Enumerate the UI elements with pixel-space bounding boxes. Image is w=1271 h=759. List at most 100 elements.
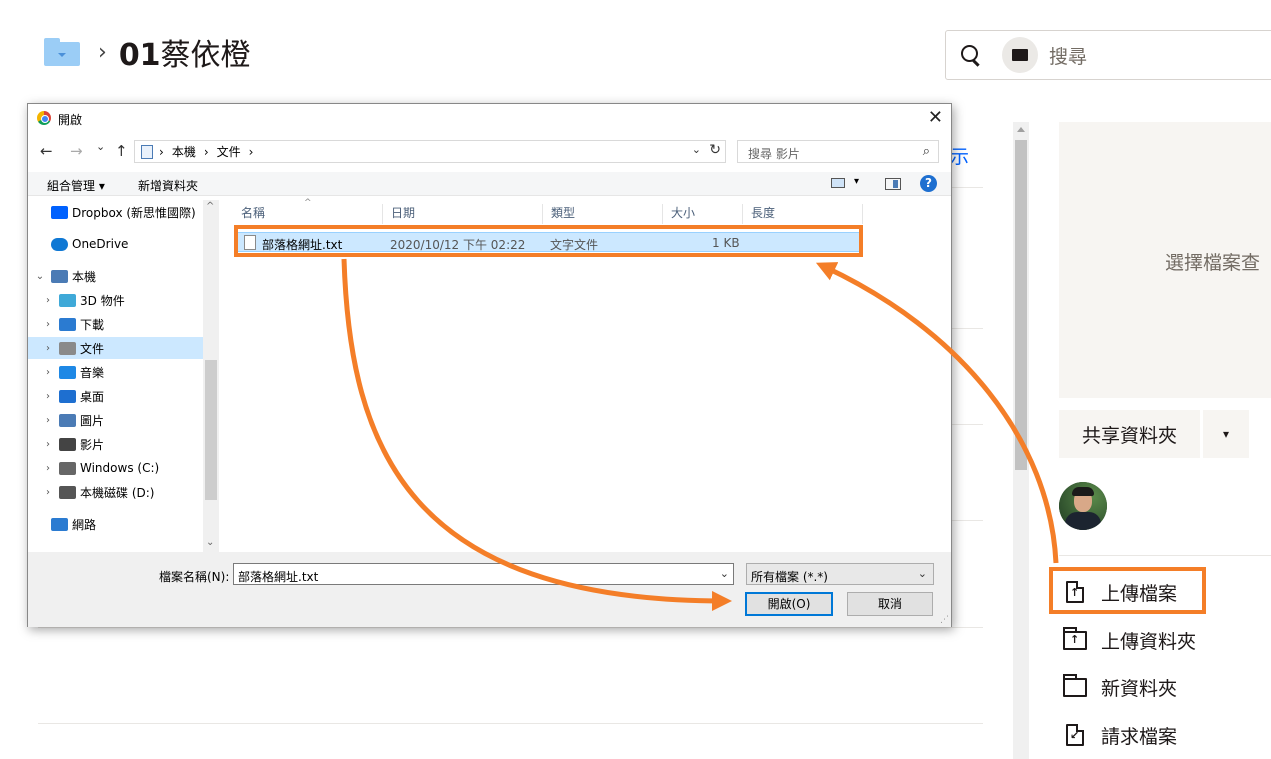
nav-item[interactable]: › 桌面 bbox=[28, 385, 203, 407]
filename-value: 部落格網址.txt bbox=[238, 570, 319, 584]
open-file-dialog: 開啟 ✕ ← → ⌄ ↑ › 本機 › 文件 › ⌄ ↻ 搜尋 影片 ⌕ 組合管… bbox=[27, 103, 952, 627]
3d-objects-icon bbox=[59, 293, 76, 307]
search-bar[interactable]: 搜尋 bbox=[945, 30, 1271, 80]
nav-item[interactable]: › 下載 bbox=[28, 313, 203, 335]
filetype-value: 所有檔案 (*.*) bbox=[751, 570, 828, 584]
open-button[interactable]: 開啟(O) bbox=[745, 592, 833, 616]
page-scrollbar[interactable] bbox=[1013, 122, 1029, 759]
upload-file-highlight-box bbox=[1049, 567, 1206, 614]
address-bar[interactable]: › 本機 › 文件 › ⌄ ↻ bbox=[134, 140, 726, 163]
nav-pane-scrollbar[interactable]: ^ ⌄ bbox=[203, 200, 219, 552]
nav-item-label: 桌面 bbox=[80, 389, 105, 404]
drive-d-icon bbox=[59, 485, 76, 499]
page-title: 01蔡依橙 bbox=[119, 30, 251, 74]
expand-chevron-icon[interactable]: › bbox=[42, 439, 54, 450]
page-title-rest: 蔡依橙 bbox=[160, 38, 251, 73]
upload-folder-action[interactable]: ↑ 上傳資料夾 bbox=[1062, 625, 1196, 655]
nav-item[interactable]: › 3D 物件 bbox=[28, 289, 203, 311]
upload-folder-icon: ↑ bbox=[1063, 626, 1087, 650]
up-arrow-icon[interactable]: ↑ bbox=[115, 142, 128, 160]
expand-chevron-icon[interactable]: › bbox=[42, 391, 54, 402]
address-segment-pc[interactable]: 本機 bbox=[172, 143, 196, 160]
help-icon[interactable]: ? bbox=[920, 175, 937, 192]
shared-folder-icon[interactable] bbox=[44, 38, 80, 66]
preview-panel: 選擇檔案查 bbox=[1059, 122, 1271, 398]
nav-item-label: 下載 bbox=[80, 317, 105, 332]
nav-item-label: 文件 bbox=[80, 341, 105, 356]
search-icon[interactable] bbox=[960, 44, 982, 66]
pc-icon bbox=[141, 144, 153, 159]
dialog-search-input[interactable]: 搜尋 影片 ⌕ bbox=[737, 140, 939, 163]
nav-item[interactable]: Dropbox (新思惟國際) bbox=[28, 201, 203, 223]
nav-item[interactable]: › 影片 bbox=[28, 433, 203, 455]
column-header-length[interactable]: 長度 bbox=[743, 204, 863, 224]
new-folder-label: 新資料夾 bbox=[1101, 677, 1178, 700]
recent-locations-icon[interactable]: ⌄ bbox=[96, 140, 105, 153]
scroll-up-arrow-icon[interactable] bbox=[1017, 127, 1025, 132]
expand-chevron-icon[interactable]: › bbox=[42, 343, 54, 354]
cancel-button[interactable]: 取消 bbox=[847, 592, 933, 616]
videos-icon bbox=[59, 437, 76, 451]
avatar[interactable] bbox=[1059, 482, 1107, 530]
column-header-type[interactable]: 類型 bbox=[543, 204, 663, 224]
dialog-titlebar[interactable]: 開啟 ✕ bbox=[28, 104, 951, 132]
documents-icon bbox=[59, 341, 76, 355]
search-scope-button[interactable] bbox=[1002, 37, 1038, 73]
scrollbar-thumb[interactable] bbox=[1015, 140, 1027, 470]
column-header-name[interactable]: 名稱 bbox=[233, 204, 383, 224]
nav-item-label: 3D 物件 bbox=[80, 293, 125, 308]
expand-chevron-icon[interactable]: › bbox=[42, 367, 54, 378]
refresh-icon[interactable]: ↻ bbox=[709, 142, 721, 158]
dialog-search-placeholder: 搜尋 影片 bbox=[748, 147, 800, 161]
column-header-date[interactable]: 日期 bbox=[383, 204, 543, 224]
expand-chevron-icon[interactable]: ⌄ bbox=[34, 271, 46, 282]
request-file-action[interactable]: ↙ 請求檔案 bbox=[1062, 720, 1177, 750]
address-segment[interactable]: › bbox=[204, 145, 209, 159]
filename-input[interactable]: 部落格網址.txt ⌄ bbox=[233, 563, 734, 585]
filename-dropdown-icon[interactable]: ⌄ bbox=[720, 567, 729, 580]
column-header-size[interactable]: 大小 bbox=[663, 204, 743, 224]
nav-scrollbar-thumb[interactable] bbox=[205, 360, 217, 500]
close-icon[interactable]: ✕ bbox=[928, 107, 943, 128]
expand-chevron-icon[interactable]: › bbox=[42, 487, 54, 498]
search-input[interactable]: 搜尋 bbox=[1049, 42, 1087, 69]
nav-item[interactable]: 網路 bbox=[28, 513, 203, 535]
new-folder-action[interactable]: 新資料夾 bbox=[1062, 672, 1177, 702]
nav-item[interactable]: OneDrive bbox=[28, 233, 203, 255]
resize-grip-icon[interactable]: ⋰ bbox=[940, 615, 949, 625]
organize-menu[interactable]: 組合管理 ▾ bbox=[47, 177, 105, 194]
expand-chevron-icon[interactable]: › bbox=[42, 319, 54, 330]
upload-folder-label: 上傳資料夾 bbox=[1101, 630, 1197, 653]
address-segment[interactable]: › bbox=[249, 145, 254, 159]
filetype-select[interactable]: 所有檔案 (*.*) ⌄ bbox=[746, 563, 934, 585]
dropbox-icon bbox=[51, 205, 68, 219]
expand-chevron-icon[interactable]: › bbox=[42, 463, 54, 474]
expand-chevron-icon[interactable]: › bbox=[42, 415, 54, 426]
nav-item[interactable]: › 文件 bbox=[28, 337, 203, 359]
nav-item[interactable]: › Windows (C:) bbox=[28, 457, 203, 479]
partial-link-text[interactable]: 示 bbox=[950, 142, 969, 169]
filename-label: 檔案名稱(N): bbox=[159, 570, 230, 584]
nav-item[interactable]: › 本機磁碟 (D:) bbox=[28, 481, 203, 503]
address-dropdown-icon[interactable]: ⌄ bbox=[692, 143, 701, 156]
nav-item[interactable]: ⌄ 本機 bbox=[28, 265, 203, 287]
address-segment-documents[interactable]: 文件 bbox=[217, 143, 241, 160]
expand-chevron-icon[interactable]: › bbox=[42, 295, 54, 306]
back-arrow-icon[interactable]: ← bbox=[40, 142, 53, 160]
preview-pane-icon[interactable] bbox=[885, 178, 901, 190]
nav-item[interactable]: › 圖片 bbox=[28, 409, 203, 431]
nav-item-label: 圖片 bbox=[80, 413, 105, 428]
drive-c-icon bbox=[59, 461, 76, 475]
filetype-dropdown-icon[interactable]: ⌄ bbox=[918, 567, 927, 580]
scroll-up-icon[interactable]: ^ bbox=[206, 201, 214, 212]
search-icon[interactable]: ⌕ bbox=[923, 144, 930, 159]
scroll-down-icon[interactable]: ⌄ bbox=[206, 537, 214, 548]
view-mode-icon[interactable] bbox=[831, 178, 845, 188]
view-dropdown-icon[interactable]: ▾ bbox=[854, 176, 859, 187]
share-folder-button[interactable]: 共享資料夾 bbox=[1059, 410, 1200, 458]
nav-item[interactable]: › 音樂 bbox=[28, 361, 203, 383]
share-dropdown-button[interactable]: ▾ bbox=[1203, 410, 1249, 458]
new-folder-button[interactable]: 新增資料夾 bbox=[138, 177, 198, 194]
chrome-icon bbox=[37, 111, 51, 125]
forward-arrow-icon[interactable]: → bbox=[70, 142, 83, 160]
